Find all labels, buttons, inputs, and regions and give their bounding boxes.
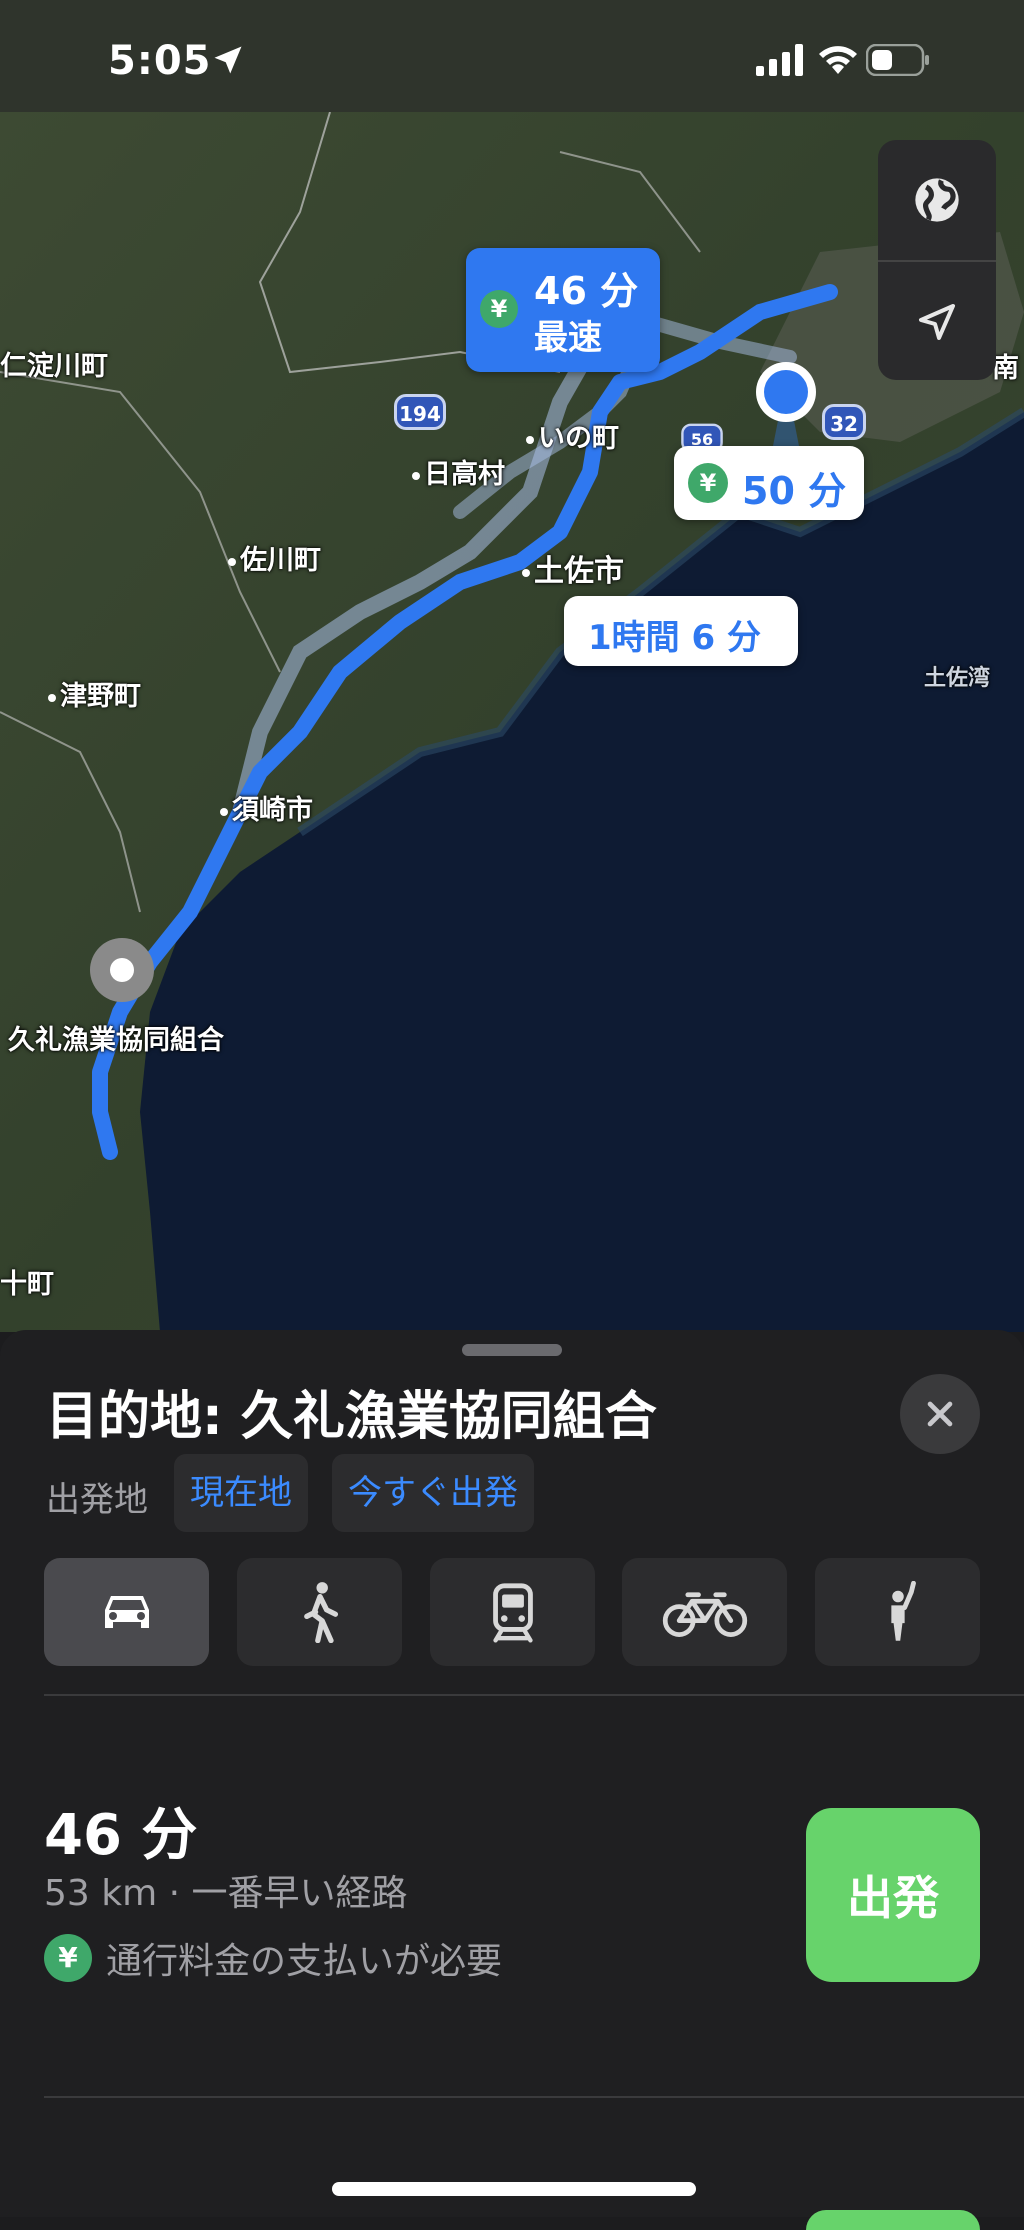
place-tosawan: 土佐湾 — [924, 666, 991, 691]
place-susaki: 須崎市 — [220, 788, 313, 827]
close-button[interactable] — [900, 1374, 980, 1454]
fastest-time: 46 分 — [534, 269, 639, 313]
route-shield-194: 194 — [394, 394, 446, 430]
home-indicator[interactable] — [332, 2182, 696, 2196]
map-controls — [878, 140, 996, 380]
train-icon — [492, 1583, 533, 1643]
mode-rideshare-button[interactable] — [815, 1558, 980, 1666]
mode-transit-button[interactable] — [430, 1558, 595, 1666]
car-icon — [104, 1596, 149, 1628]
place-ino: いの町 — [526, 416, 619, 455]
next-route-go-button[interactable] — [806, 2210, 980, 2230]
place-nan: 南 — [992, 353, 1019, 384]
bicycle-icon — [662, 1592, 747, 1637]
place-tsuno: 津野町 — [48, 674, 141, 713]
toll-yen-icon: ¥ — [480, 290, 518, 328]
go-button[interactable]: 出発 — [806, 1808, 980, 1982]
origin-label: 出発地 — [46, 1480, 148, 1520]
destination-title: 目的地: 久礼漁業協同組合 — [46, 1387, 657, 1447]
status-time: 5:05 — [108, 38, 212, 84]
globe-icon — [915, 178, 959, 222]
toll-text: 通行料金の支払いが必要 — [106, 1941, 503, 1982]
divider — [44, 2096, 1024, 2098]
toll-yen-icon: ¥ — [688, 463, 728, 503]
route-shield-32: 32 — [822, 404, 866, 440]
map-view[interactable]: 194 56 32 仁淀川町 いの町 日高村 佐川町 土佐市 津野町 須崎市 久… — [0, 112, 1024, 1332]
place-hidaka: 日高村 — [412, 452, 505, 491]
current-location-button[interactable] — [878, 262, 996, 382]
place-sakawa: 佐川町 — [228, 538, 321, 577]
directions-sheet: 目的地: 久礼漁業協同組合 出発地 現在地 今すぐ出発 46 分 53 km ·… — [0, 1330, 1024, 2230]
route-callout-alt1[interactable]: ¥ 50 分 — [674, 446, 864, 520]
place-destination[interactable]: 久礼漁業協同組合 — [8, 1018, 224, 1057]
hailing-person-icon — [890, 1581, 916, 1641]
depart-time-button[interactable]: 今すぐ出発 — [332, 1454, 534, 1532]
toll-notice: ¥ 通行料金の支払いが必要 — [44, 1932, 502, 1984]
place-niyodogawa: 仁淀川町 — [0, 351, 108, 382]
mode-walk-button[interactable] — [237, 1558, 402, 1666]
sheet-grabber[interactable] — [462, 1344, 562, 1356]
place-cho: 十町 — [0, 1269, 54, 1300]
route-callout-alt2[interactable]: 1時間 6 分 — [564, 596, 798, 666]
fastest-tag: 最速 — [534, 318, 602, 358]
place-tosa: 土佐市 — [522, 546, 624, 590]
status-bar: 5:05 — [0, 0, 1024, 112]
walking-icon — [303, 1582, 338, 1643]
alt1-time: 50 分 — [742, 469, 847, 513]
location-arrow-outline-icon — [919, 304, 955, 340]
close-icon — [927, 1401, 953, 1427]
mode-cycle-button[interactable] — [622, 1558, 787, 1666]
route-duration: 46 分 — [44, 1803, 198, 1868]
toll-yen-icon: ¥ — [44, 1934, 92, 1982]
wifi-icon — [819, 46, 857, 74]
battery-icon — [866, 44, 929, 76]
mode-drive-button[interactable] — [44, 1558, 209, 1666]
map-mode-button[interactable] — [878, 140, 996, 260]
alt2-time: 1時間 6 分 — [588, 618, 761, 658]
divider — [44, 1694, 1024, 1696]
signal-icon — [756, 44, 803, 76]
origin-value-button[interactable]: 現在地 — [174, 1454, 308, 1532]
location-arrow-icon — [214, 46, 242, 74]
route-distance-detail: 53 km · 一番早い経路 — [44, 1873, 408, 1914]
route-callout-fastest[interactable]: ¥ 46 分 最速 — [466, 248, 660, 372]
